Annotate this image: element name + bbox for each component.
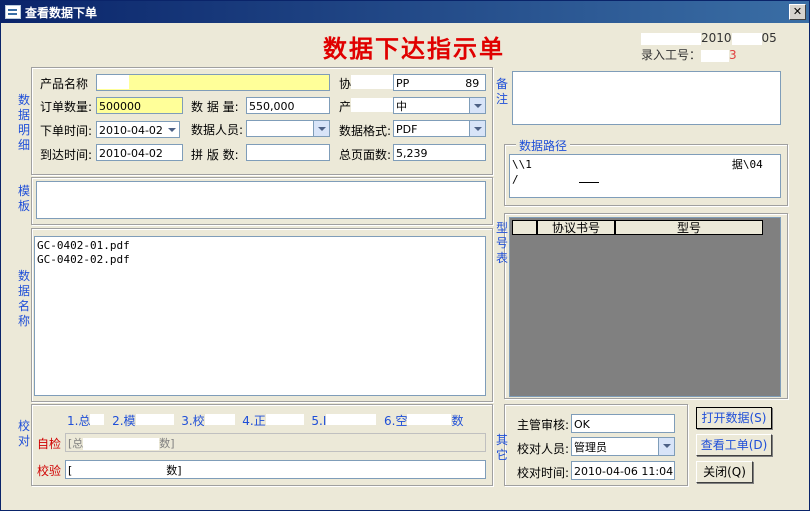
self-check-field: [总 数] [65,433,486,452]
order-qty-field[interactable]: 500000 [96,97,183,114]
proof-steps: 1.总 2.模 3.校 4.正 5.I 6.空数 [67,414,464,428]
data-person-combo[interactable] [246,120,330,137]
proof-step-6[interactable]: 6.空 [384,414,407,428]
section-label-remark: 备注 [495,77,508,106]
product-type-label: 产 [339,100,352,114]
table-row-selector-header [512,220,537,235]
redacted-block [701,49,730,62]
title-bar: 查看数据下单 ✕ [1,1,809,23]
order-time-label: 下单时间: [40,124,93,138]
proofreader-combo[interactable]: 管理员 [571,437,675,456]
chevron-down-icon[interactable] [164,122,179,137]
remark-field[interactable] [512,71,781,125]
list-item[interactable]: GC-0402-01.pdf [37,239,483,253]
template-field[interactable] [36,181,486,219]
chevron-down-icon[interactable] [469,98,485,113]
order-time-combo[interactable]: 2010-04-02 [96,121,180,138]
section-label-proof: 校对 [17,419,30,448]
proof-step-5[interactable]: 5.I [311,414,326,428]
data-format-combo[interactable]: PDF [393,120,486,137]
section-label-other: 其它 [495,433,508,462]
redacted-block [641,32,701,45]
column-header-model[interactable]: 型号 [615,220,763,235]
check-field[interactable]: [数] [65,460,486,479]
imposition-label: 拼 版 数: [191,148,239,162]
proof-step-4[interactable]: 4.正 [242,414,265,428]
proof-step-2[interactable]: 2.模 [112,414,135,428]
arrival-time-field[interactable]: 2010-04-02 [96,144,183,161]
section-label-path: 数据路径 [516,137,571,154]
redacted-block [97,75,129,89]
list-item[interactable]: GC-0402-02.pdf [37,253,483,267]
view-order-button[interactable]: 查看工单(D) [696,434,772,456]
total-pages-field[interactable]: 5,239 [393,144,486,161]
product-type-combo[interactable]: 中 [393,97,486,114]
chevron-down-icon[interactable] [658,438,674,455]
section-label-data-name: 数据名称 [17,269,30,328]
proof-time-label: 校对时间: [517,466,570,480]
chevron-down-icon[interactable] [469,121,485,136]
main-window: 查看数据下单 ✕ 数据下达指示单 2010 05 录入工号： 3 数据明细 产品名称… [0,0,810,511]
self-check-label: 自检 [37,437,62,451]
section-label-model-table: 型号表 [495,221,508,265]
open-data-button[interactable]: 打开数据(S) [696,407,772,429]
check-label: 校验 [37,464,62,478]
data-file-list[interactable]: GC-0402-01.pdf GC-0402-02.pdf [34,236,486,396]
redacted-block [351,75,393,89]
supervisor-field[interactable]: OK [571,414,675,433]
window-title: 查看数据下单 [25,6,98,20]
close-button[interactable]: 关闭(Q) [696,461,753,483]
chevron-down-icon[interactable] [313,121,329,136]
total-pages-label: 总页面数: [339,148,392,162]
data-qty-label: 数 据 量: [191,100,239,114]
data-person-label: 数据人员: [191,123,244,137]
order-qty-label: 订单数量: [40,100,93,114]
product-name-field[interactable] [96,74,330,91]
supervisor-label: 主管审核: [517,418,570,432]
close-icon[interactable]: ✕ [789,4,806,20]
data-format-label: 数据格式: [339,124,392,138]
proof-step-3[interactable]: 3.校 [181,414,204,428]
redacted-block [731,32,762,45]
section-label-data-detail: 数据明细 [17,93,30,152]
redacted-block [351,98,393,112]
proofreader-label: 校对人员: [517,442,570,456]
app-icon [5,5,21,19]
section-label-template: 模板 [17,184,30,213]
data-path-field[interactable]: \\1 据\04 / [509,154,781,198]
proof-time-field[interactable]: 2010-04-06 11:04: [571,461,675,480]
agreement-label: 协 [339,77,352,91]
header-date: 2010 05 [641,31,777,45]
model-table-grid[interactable]: 协议书号 型号 [509,217,781,397]
page-title: 数据下达指示单 [323,34,505,63]
product-name-label: 产品名称 [40,77,89,91]
agreement-field[interactable]: PP 89 [393,74,486,91]
imposition-field[interactable] [246,144,330,161]
column-header-agreement-no[interactable]: 协议书号 [537,220,615,235]
entry-id: 录入工号： 3 [641,48,737,62]
proof-step-1[interactable]: 1.总 [67,414,90,428]
arrival-time-label: 到达时间: [40,148,93,162]
data-qty-field[interactable]: 550,000 [246,97,330,114]
